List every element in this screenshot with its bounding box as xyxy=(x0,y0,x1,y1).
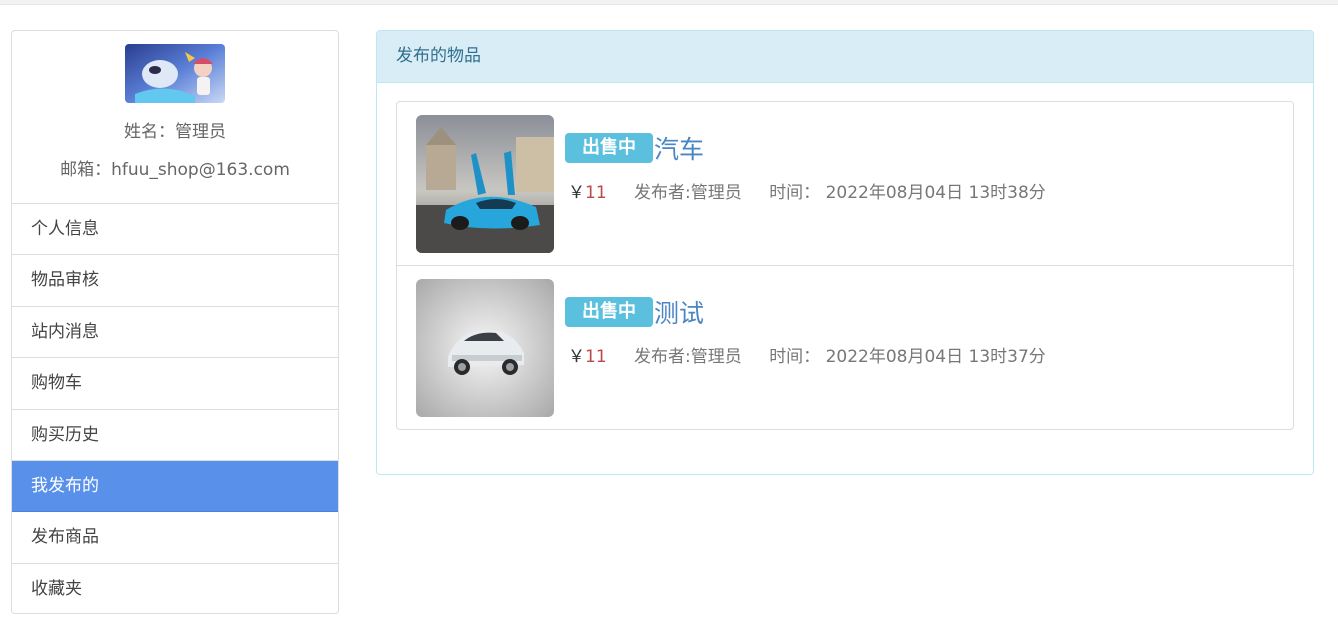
item-price: 11 xyxy=(585,347,607,367)
top-border xyxy=(0,0,1338,5)
posted-items-panel: 发布的物品 出售中 汽车 ￥11 发布者:管理员 时间： 2022年08月04日… xyxy=(376,30,1314,475)
currency-symbol: ￥ xyxy=(568,183,585,203)
menu-item-purchase-history[interactable]: 购买历史 xyxy=(12,410,338,461)
currency-symbol: ￥ xyxy=(568,347,585,367)
menu-item-cart[interactable]: 购物车 xyxy=(12,358,338,410)
item-meta: ￥11 发布者:管理员 时间： 2022年08月04日 13时37分 xyxy=(568,342,1046,367)
profile-email: 邮箱：hfuu_shop@163.com xyxy=(60,160,290,180)
profile-name: 姓名：管理员 xyxy=(124,122,226,142)
menu-item-profile-info[interactable]: 个人信息 xyxy=(12,204,338,256)
menu-item-item-review[interactable]: 物品审核 xyxy=(12,255,338,307)
item-thumbnail[interactable] xyxy=(416,279,554,417)
menu-item-post-product[interactable]: 发布商品 xyxy=(12,512,338,564)
menu-item-my-posts[interactable]: 我发布的 xyxy=(12,460,338,513)
panel-heading: 发布的物品 xyxy=(377,31,1313,83)
sidebar: 姓名：管理员 邮箱：hfuu_shop@163.com 个人信息 物品审核 站内… xyxy=(11,30,339,614)
item-time: 时间： 2022年08月04日 13时38分 xyxy=(769,183,1046,203)
item-price: 11 xyxy=(585,183,607,203)
list-item: 出售中 测试 ￥11 发布者:管理员 时间： 2022年08月04日 13时37… xyxy=(397,266,1293,430)
item-time: 时间： 2022年08月04日 13时37分 xyxy=(769,347,1046,367)
profile-card: 姓名：管理员 邮箱：hfuu_shop@163.com xyxy=(12,31,338,204)
menu-item-messages[interactable]: 站内消息 xyxy=(12,307,338,359)
status-badge: 出售中 xyxy=(565,297,653,327)
status-badge: 出售中 xyxy=(565,133,653,163)
item-author: 发布者:管理员 xyxy=(634,183,742,203)
item-author: 发布者:管理员 xyxy=(634,347,742,367)
menu-item-favorites[interactable]: 收藏夹 xyxy=(12,564,338,613)
list-item: 出售中 汽车 ￥11 发布者:管理员 时间： 2022年08月04日 13时38… xyxy=(397,102,1293,266)
avatar xyxy=(125,44,225,103)
item-title-link[interactable]: 测试 xyxy=(654,294,704,330)
item-title-link[interactable]: 汽车 xyxy=(654,130,704,166)
item-thumbnail[interactable] xyxy=(416,115,554,253)
item-list: 出售中 汽车 ￥11 发布者:管理员 时间： 2022年08月04日 13时38… xyxy=(396,101,1294,430)
item-meta: ￥11 发布者:管理员 时间： 2022年08月04日 13时38分 xyxy=(568,178,1046,203)
